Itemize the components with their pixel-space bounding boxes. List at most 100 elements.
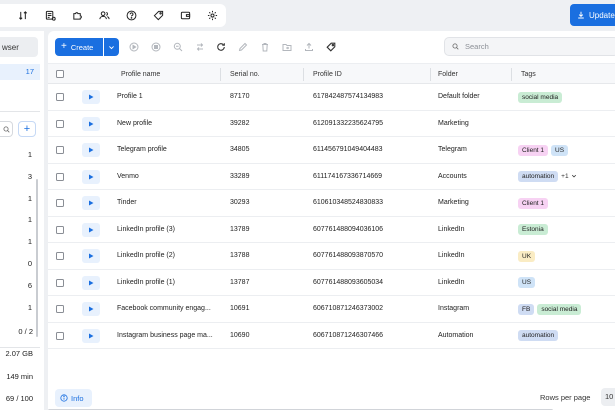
refresh-icon[interactable] — [215, 41, 226, 52]
profiles-stat: 0 / 2 — [18, 327, 33, 336]
tags-cell[interactable]: Client 1 — [518, 190, 549, 216]
start-profile-button[interactable] — [82, 196, 100, 210]
row-checkbox[interactable] — [56, 146, 64, 154]
more-tags-button[interactable]: +1 — [561, 173, 576, 181]
edit-icon[interactable] — [237, 41, 248, 52]
table-row[interactable]: LinkedIn profile (2) 13788 607761488093870… — [48, 243, 615, 270]
trash-icon[interactable] — [259, 41, 270, 52]
stop-icon[interactable] — [150, 41, 161, 52]
info-button[interactable]: Info — [55, 389, 92, 407]
list-settings-icon[interactable] — [37, 10, 64, 21]
gear-icon[interactable] — [199, 10, 226, 21]
search-icon — [452, 43, 459, 50]
folder-count[interactable]: 3 — [0, 172, 32, 181]
tags-cell[interactable]: UK — [518, 243, 536, 269]
create-dropdown-button[interactable] — [104, 38, 119, 56]
folder-count[interactable]: 1 — [0, 237, 32, 246]
select-all-checkbox[interactable] — [56, 70, 64, 78]
folder-search-button[interactable] — [0, 121, 13, 137]
tags-cell[interactable]: social media — [518, 84, 563, 110]
folder-count[interactable]: 1 — [0, 215, 32, 224]
column-header-name[interactable]: Profile name — [121, 64, 160, 85]
row-checkbox[interactable] — [56, 172, 64, 181]
start-profile-button[interactable] — [82, 222, 100, 237]
column-resizer[interactable] — [511, 68, 512, 81]
start-profile-button[interactable] — [82, 143, 100, 157]
tag-badge: social media — [537, 303, 582, 315]
profile-name-cell: LinkedIn profile (2) — [117, 252, 175, 259]
tag-badge: social media — [518, 91, 563, 103]
tags-cell[interactable]: Estonia — [518, 217, 548, 243]
table-row[interactable]: New profile 39282 612091332235624795 Market… — [48, 111, 615, 137]
start-profile-button[interactable] — [82, 169, 100, 184]
sort-icon[interactable] — [10, 10, 37, 21]
export-icon[interactable] — [303, 41, 314, 52]
chevron-down-icon — [571, 173, 577, 181]
profile-id-cell: 611174167336714669 — [313, 172, 383, 180]
rows-per-page-select[interactable]: 10 — [601, 388, 615, 406]
column-header-serial[interactable]: Serial no. — [230, 64, 260, 85]
zoom-icon[interactable] — [172, 41, 183, 52]
tags-cell[interactable]: automation +1 — [518, 164, 577, 190]
wallet-icon[interactable] — [172, 10, 199, 21]
row-checkbox[interactable] — [56, 119, 64, 128]
column-resizer[interactable] — [430, 68, 431, 81]
row-checkbox[interactable] — [56, 252, 64, 260]
users-icon[interactable] — [91, 10, 118, 21]
folder-count[interactable]: 1 — [0, 150, 32, 159]
add-folder-button[interactable]: + — [18, 121, 36, 137]
start-icon[interactable] — [128, 41, 139, 52]
column-header-tags[interactable]: Tags — [521, 64, 536, 85]
search-input[interactable] — [465, 42, 605, 51]
start-profile-button[interactable] — [82, 90, 100, 104]
start-profile-button[interactable] — [82, 275, 100, 290]
browser-tab[interactable]: wser — [0, 37, 38, 57]
info-icon — [60, 394, 68, 402]
row-checkbox[interactable] — [56, 305, 64, 313]
table-row[interactable]: Profile 1 87170 617842487574134983 Default … — [48, 84, 615, 111]
sidebar-scrollbar[interactable] — [36, 179, 38, 337]
serial-cell: 13788 — [230, 252, 250, 259]
row-checkbox[interactable] — [56, 93, 64, 101]
folder-count[interactable]: 6 — [0, 281, 32, 290]
play-icon — [89, 94, 94, 100]
transfer-icon[interactable] — [194, 41, 205, 52]
tags-cell[interactable]: FB social media — [518, 296, 582, 322]
table-row[interactable]: Facebook community engag... 10691 60671087… — [48, 296, 615, 323]
tags-cell[interactable]: automation — [518, 323, 559, 349]
row-checkbox[interactable] — [56, 331, 64, 340]
tags-cell[interactable]: Client 1 US — [518, 137, 569, 163]
column-header-id[interactable]: Profile ID — [313, 64, 342, 85]
all-profiles-item[interactable]: 17 — [0, 64, 40, 80]
folder-count[interactable]: 0 — [0, 259, 32, 268]
help-icon[interactable] — [118, 10, 145, 21]
table-row[interactable]: Telegram profile 34805 611456791049404483 T… — [48, 137, 615, 164]
row-checkbox[interactable] — [56, 225, 64, 234]
table-row[interactable]: LinkedIn profile (1) 13787 607761488093605… — [48, 270, 615, 296]
table-row[interactable]: Tinder 30293 610610348524830833 Marketing Cl… — [48, 190, 615, 217]
tag-shield-icon[interactable] — [145, 10, 172, 21]
start-profile-button[interactable] — [82, 116, 100, 131]
row-checkbox[interactable] — [56, 278, 64, 287]
start-profile-button[interactable] — [82, 328, 100, 343]
create-button[interactable]: + Create — [55, 38, 103, 56]
search-box[interactable] — [444, 37, 615, 56]
folder-count[interactable]: 1 — [0, 303, 32, 312]
update-button[interactable]: Update — [570, 4, 615, 26]
tag-badge: automation — [518, 330, 559, 341]
folder-move-icon[interactable] — [281, 41, 292, 52]
table-row[interactable]: Instagram business page ma... 10690 606710… — [48, 323, 615, 349]
column-resizer[interactable] — [303, 68, 304, 81]
serial-cell: 13789 — [230, 225, 250, 233]
puzzle-icon[interactable] — [64, 10, 91, 21]
table-row[interactable]: Venmo 33289 611174167336714669 Accounts auto… — [48, 164, 615, 190]
column-resizer[interactable] — [220, 68, 221, 81]
row-checkbox[interactable] — [56, 199, 64, 207]
column-header-folder[interactable]: Folder — [438, 64, 458, 85]
table-row[interactable]: LinkedIn profile (3) 13789 607761488094036… — [48, 217, 615, 243]
start-profile-button[interactable] — [82, 249, 100, 263]
start-profile-button[interactable] — [82, 302, 100, 316]
folder-count[interactable]: 1 — [0, 194, 32, 203]
tag-icon[interactable] — [325, 41, 336, 52]
tags-cell[interactable]: US — [518, 270, 536, 296]
